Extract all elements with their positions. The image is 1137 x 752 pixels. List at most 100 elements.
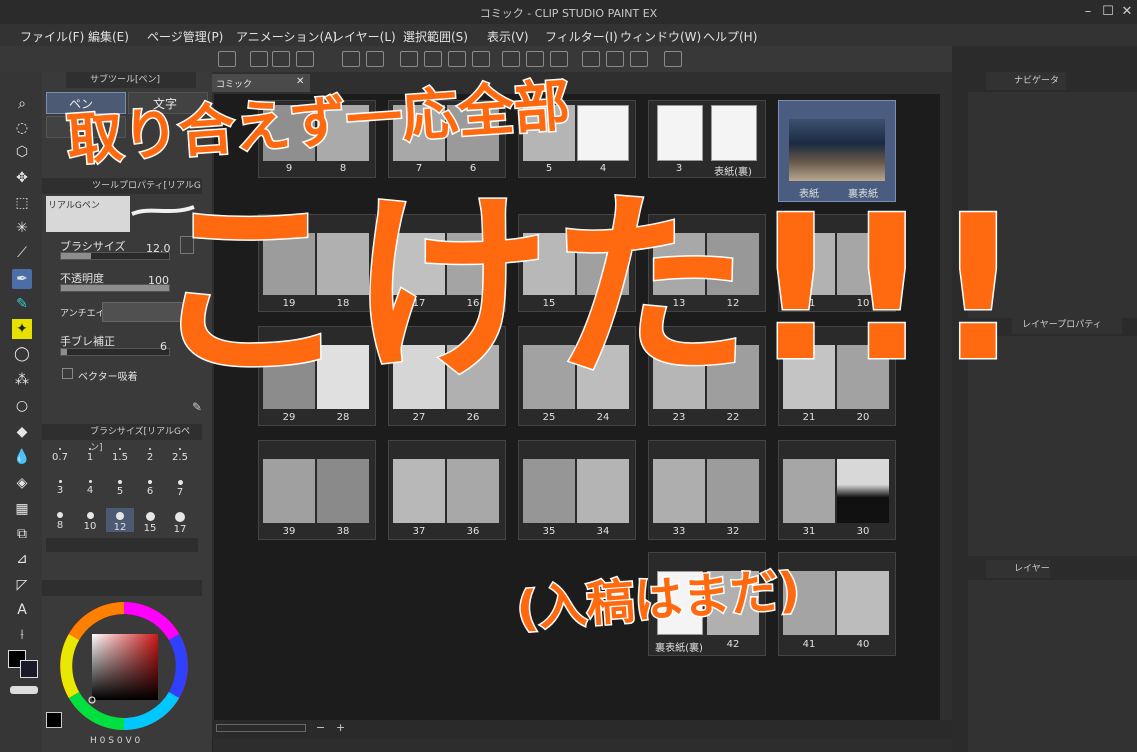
page-spread[interactable]: 37 36 — [388, 440, 506, 540]
menu-window[interactable]: ウィンドウ(W) — [620, 28, 701, 45]
brushsize-item[interactable]: 15 — [136, 508, 164, 534]
menu-page[interactable]: ページ管理(P) — [147, 28, 223, 45]
close-button[interactable]: ✕ — [1118, 3, 1136, 21]
zoom-in-icon[interactable]: + — [336, 721, 345, 734]
gradient-icon[interactable]: ▦ — [12, 499, 32, 519]
menu-filter[interactable]: フィルター(I) — [545, 28, 618, 45]
clip-studio-icon[interactable] — [218, 51, 236, 67]
transform-icon[interactable] — [472, 51, 490, 67]
correct-line-icon[interactable]: ⟊ — [12, 625, 32, 645]
help-icon[interactable] — [664, 51, 682, 67]
page-thumbnail[interactable] — [317, 459, 369, 523]
menu-help[interactable]: ヘルプ(H) — [703, 28, 757, 45]
grid-snap-icon[interactable] — [630, 51, 648, 67]
page-spread[interactable]: 39 38 — [258, 440, 376, 540]
page-thumbnail[interactable] — [783, 459, 835, 523]
menu-file[interactable]: ファイル(F) — [20, 28, 84, 45]
eyedropper-icon[interactable]: ⟋ — [12, 243, 32, 263]
blend-icon[interactable]: 💧 — [12, 447, 32, 467]
frame-border-icon[interactable]: ⧉ — [12, 524, 32, 544]
color-main-mini[interactable] — [46, 712, 62, 728]
layer-tab[interactable]: レイヤー — [986, 560, 1050, 578]
page-spread[interactable]: 33 32 — [648, 440, 766, 540]
color-circle[interactable] — [58, 600, 190, 732]
brushsize-item[interactable]: 10 — [76, 508, 104, 532]
layer-property-tab[interactable]: レイヤープロパティ — [1012, 316, 1122, 334]
page-spread[interactable]: 35 34 — [518, 440, 636, 540]
cut-icon[interactable] — [424, 51, 442, 67]
page-thumbnail[interactable] — [447, 459, 499, 523]
brushsize-item[interactable]: 0.7 — [46, 444, 74, 468]
page-thumbnail[interactable] — [523, 459, 575, 523]
brushsize-item-selected[interactable]: 12 — [106, 508, 134, 533]
brushsize-item[interactable]: 7 — [166, 476, 194, 500]
ruler-icon[interactable]: ⊿ — [12, 549, 32, 569]
redo-icon[interactable] — [366, 51, 384, 67]
menu-animation[interactable]: アニメーション(A) — [236, 28, 337, 45]
eraser-icon[interactable]: ◆ — [12, 422, 32, 442]
vector-snap-checkbox[interactable] — [62, 368, 73, 379]
page-thumbnail[interactable] — [393, 459, 445, 523]
maximize-button[interactable]: ☐ — [1099, 3, 1117, 21]
rotate-view-icon[interactable]: ◌ — [12, 118, 32, 138]
zoom-icon[interactable]: ⌕ — [12, 94, 32, 114]
brushsize-item[interactable]: 17 — [166, 508, 194, 535]
page-thumbnail[interactable] — [577, 459, 629, 523]
figure-icon[interactable]: ◸ — [12, 575, 32, 595]
brush-icon[interactable]: ✦ — [12, 319, 32, 339]
new-file-icon[interactable] — [250, 51, 268, 67]
undo-icon[interactable] — [342, 51, 360, 67]
menu-selection[interactable]: 選択範囲(S) — [403, 28, 468, 45]
pencil-icon[interactable]: ✎ — [12, 294, 32, 314]
open-file-icon[interactable] — [272, 51, 290, 67]
menu-layer[interactable]: レイヤー(L) — [332, 28, 396, 45]
page-spread[interactable]: 31 30 — [778, 440, 896, 540]
page-number: 40 — [856, 639, 870, 650]
page-thumbnail[interactable] — [837, 571, 889, 635]
cover-thumbnail[interactable] — [789, 119, 885, 181]
brushsize-item[interactable]: 3 — [46, 476, 74, 500]
minimize-button[interactable]: – — [1079, 3, 1097, 21]
move-icon[interactable]: ✥ — [12, 168, 32, 188]
zoom-out-icon[interactable]: − — [316, 721, 325, 734]
navigator-tab[interactable]: ナビゲーター — [986, 72, 1066, 104]
horizontal-scrollbar[interactable] — [216, 724, 306, 732]
page-thumbnail[interactable] — [657, 105, 703, 161]
page-spread[interactable]: 3 表紙(裏) — [648, 100, 766, 178]
ruler-snap-icon[interactable] — [582, 51, 600, 67]
brushsize-item[interactable]: 5 — [106, 476, 134, 500]
airbrush-icon[interactable]: ⁂ — [12, 370, 32, 390]
sub-color-swatch[interactable] — [20, 660, 38, 678]
page-thumbnail[interactable] — [707, 459, 759, 523]
erase-icon[interactable] — [400, 51, 418, 67]
brushsize-item[interactable]: 6 — [136, 476, 164, 500]
pen-icon[interactable]: ✒ — [12, 269, 32, 289]
page-thumbnail[interactable] — [653, 459, 705, 523]
marquee-icon[interactable]: ⬚ — [12, 193, 32, 213]
page-thumbnail[interactable] — [263, 459, 315, 523]
fill-icon[interactable] — [448, 51, 466, 67]
text-icon[interactable]: A — [12, 600, 32, 620]
brushsize-item[interactable]: 2.5 — [166, 444, 194, 468]
transparent-color-swatch[interactable] — [10, 686, 38, 694]
page-thumbnail[interactable] — [577, 105, 629, 161]
page-number: 24 — [596, 412, 610, 423]
brushsize-item[interactable]: 1.5 — [106, 444, 134, 468]
brushsize-item[interactable]: 8 — [46, 508, 74, 532]
decoration-icon[interactable]: ○ — [12, 396, 32, 416]
brushsize-item[interactable]: 4 — [76, 476, 104, 500]
magic-wand-icon[interactable]: ✳ — [12, 218, 32, 238]
object-icon[interactable]: ⬡ — [12, 142, 32, 162]
save-icon[interactable] — [296, 51, 314, 67]
lasso-fill-icon[interactable]: ◯ — [12, 344, 32, 364]
menu-view[interactable]: 表示(V) — [487, 28, 529, 45]
special-ruler-snap-icon[interactable] — [606, 51, 624, 67]
window-title: コミック - CLIP STUDIO PAINT EX — [479, 7, 658, 20]
brushsize-item[interactable]: 2 — [136, 444, 164, 468]
fill-bucket-icon[interactable]: ◈ — [12, 473, 32, 493]
brushsize-item[interactable]: 1 — [76, 444, 104, 468]
page-number: 27 — [412, 412, 426, 423]
page-thumbnail[interactable] — [837, 459, 889, 523]
page-thumbnail[interactable] — [711, 105, 757, 161]
menu-edit[interactable]: 編集(E) — [88, 28, 129, 45]
